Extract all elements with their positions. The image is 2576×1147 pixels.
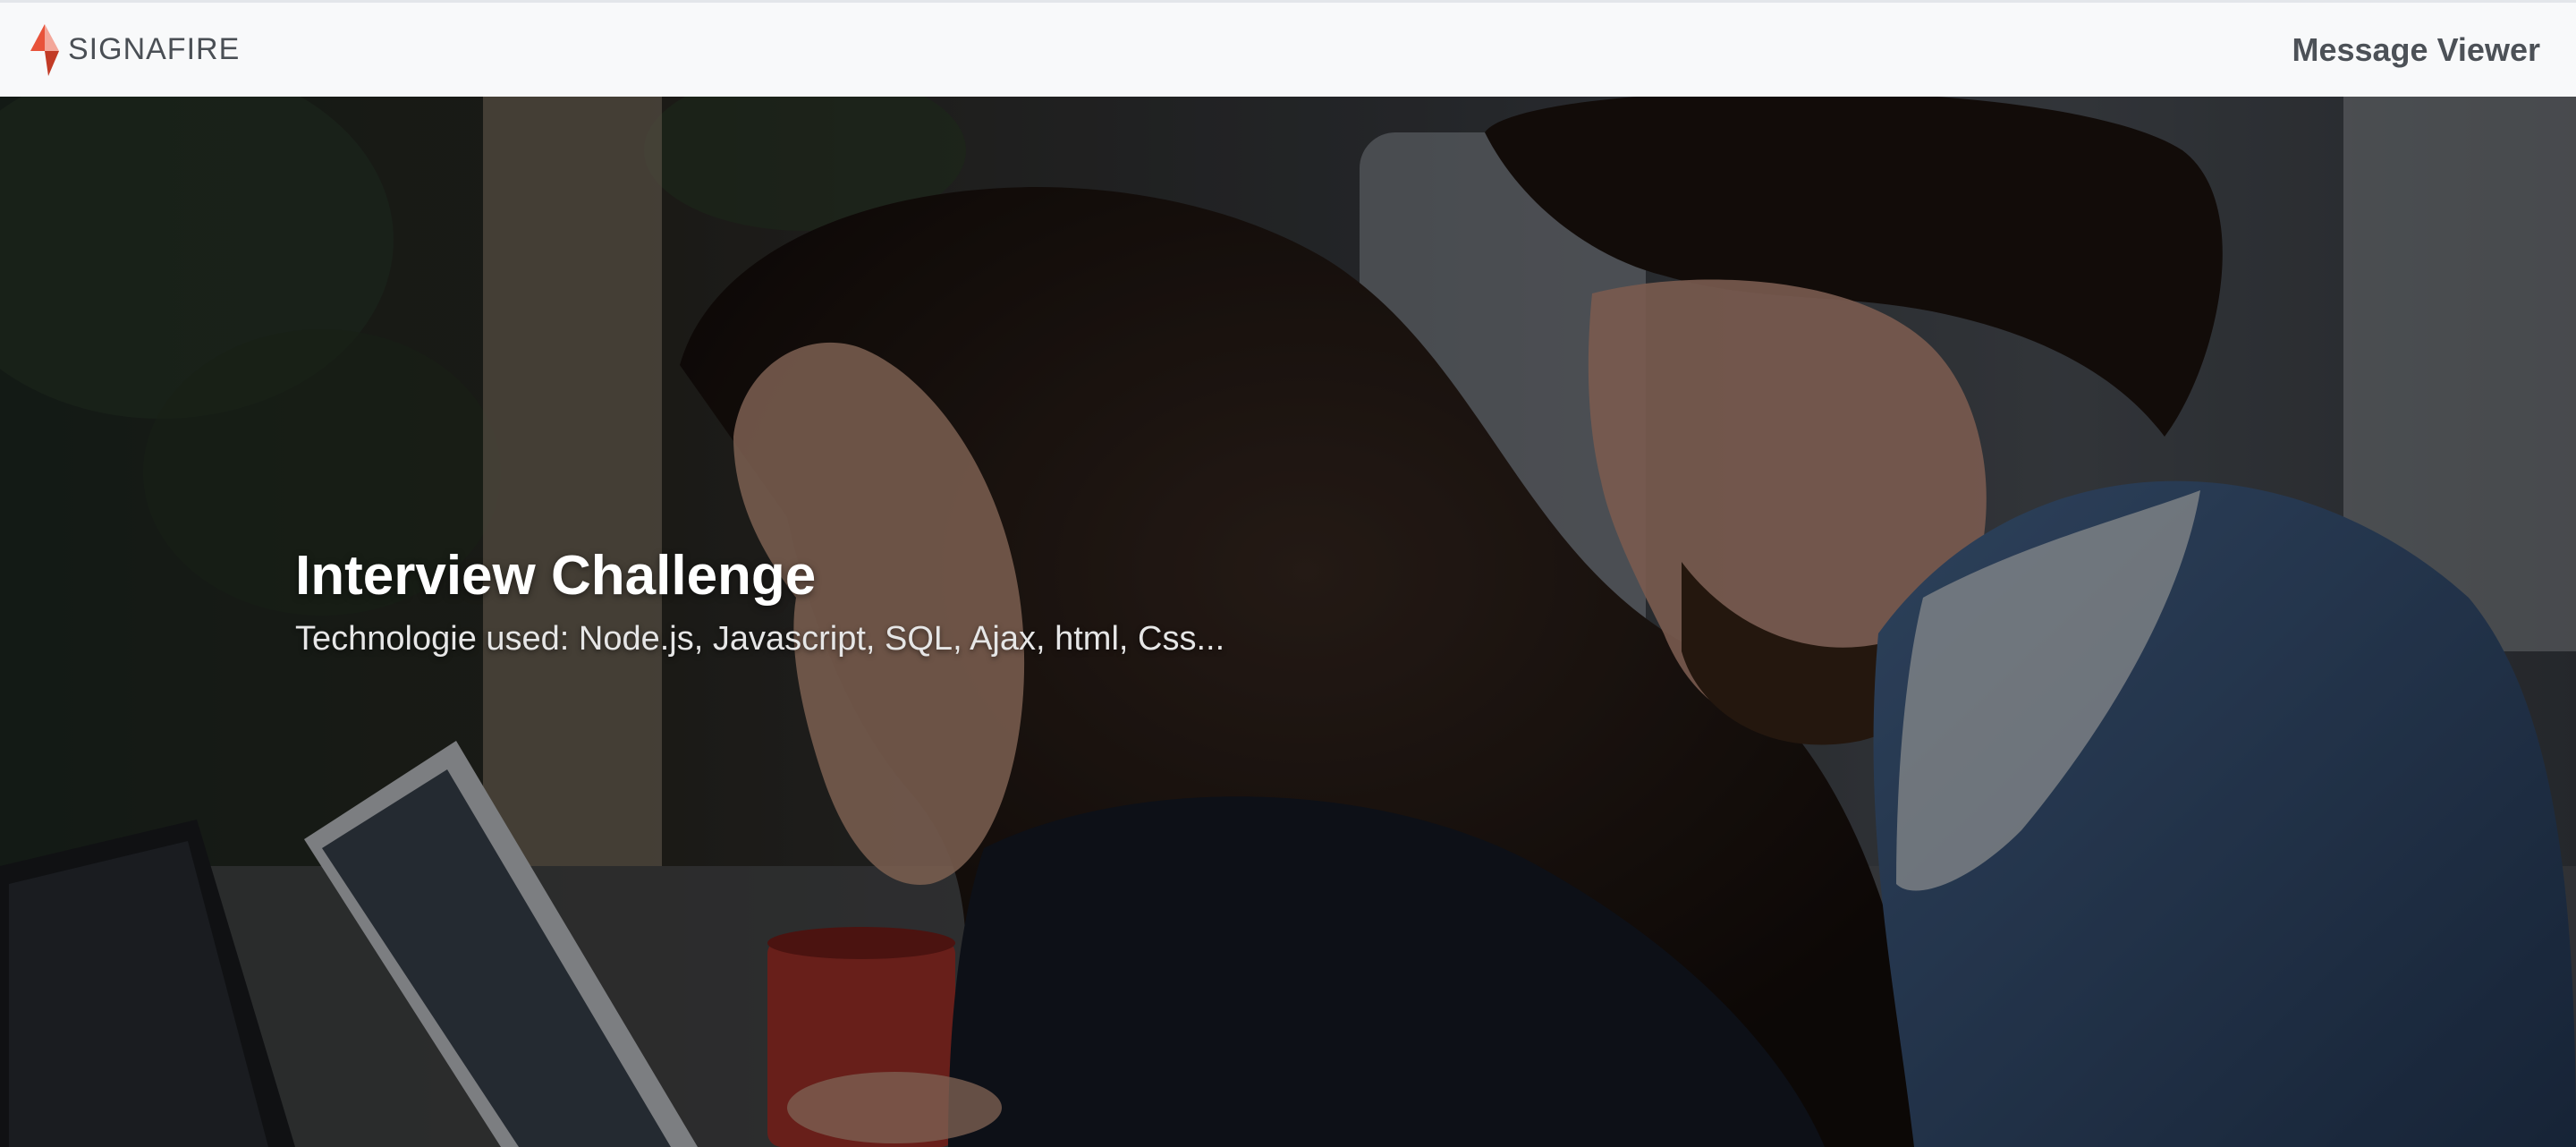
hero-text-block: Interview Challenge Technologie used: No… — [295, 545, 1637, 660]
brand-link[interactable]: SIGNAFIRE — [27, 23, 241, 76]
brand-name: SIGNAFIRE — [68, 32, 241, 66]
message-viewer-link[interactable]: Message Viewer — [2292, 31, 2540, 69]
flame-logo-icon — [30, 23, 59, 76]
hero-banner: Interview Challenge Technologie used: No… — [0, 97, 2576, 1147]
hero-title: Interview Challenge — [295, 545, 817, 607]
top-navbar: SIGNAFIRE Message Viewer — [0, 0, 2576, 97]
hero-subtitle: Technologie used: Node.js, Javascript, S… — [295, 620, 1225, 658]
